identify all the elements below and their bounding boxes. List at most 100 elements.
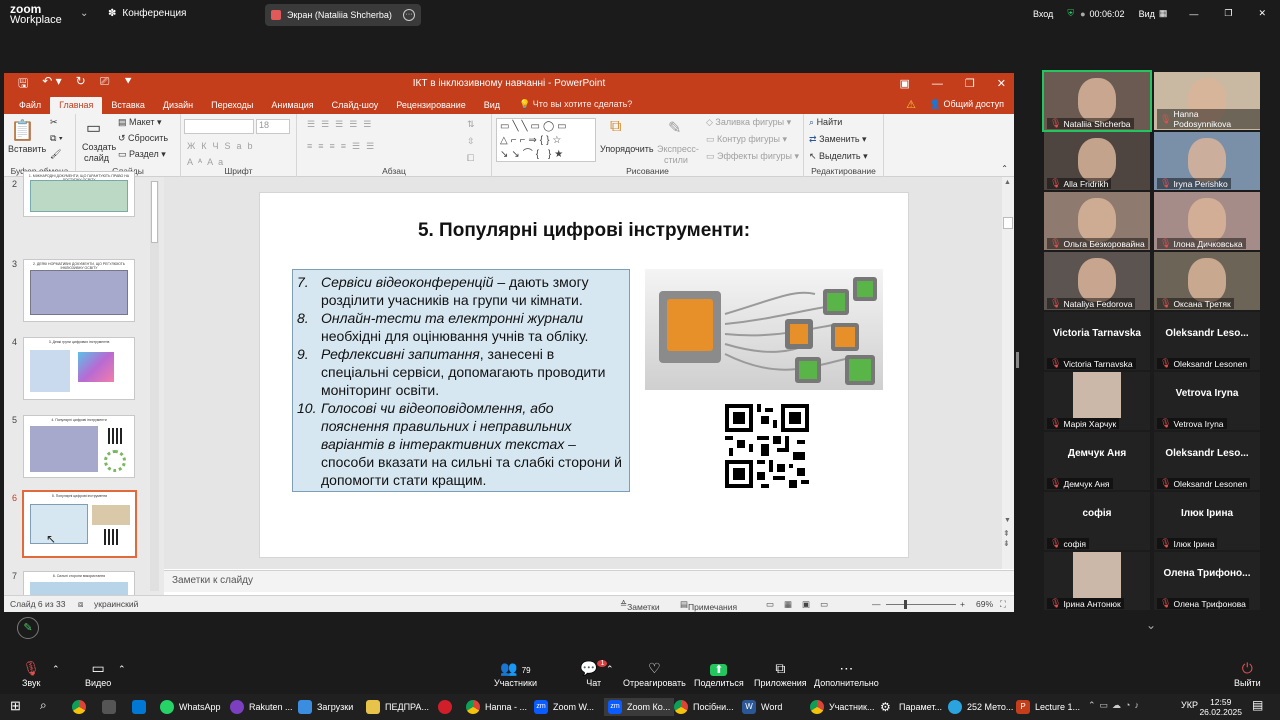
chevron-down-icon[interactable]: ⌄ — [80, 8, 88, 19]
ppt-minimize-icon[interactable]: — — [932, 73, 943, 95]
scrollbar-thumb[interactable] — [1003, 217, 1013, 229]
taskbar-chrome-posibnyk[interactable]: Посібни... — [674, 700, 734, 714]
slide-scrollbar[interactable]: ▲ ▼ ⇞ ⇟ — [1002, 177, 1014, 569]
scrollbar-thumb[interactable] — [151, 181, 158, 243]
layout-button[interactable]: ▤ Макет ▾ — [118, 117, 162, 128]
paste-button[interactable]: Вставить — [8, 144, 46, 154]
leave-button[interactable]: ⏻ Выйти — [1234, 660, 1261, 688]
redo-icon[interactable]: ↻ — [76, 74, 86, 95]
taskbar-word[interactable]: W Word — [742, 700, 782, 714]
taskbar-folder[interactable]: ПЕДПРА... — [366, 700, 429, 714]
new-slide-icon[interactable]: ▭ — [86, 118, 101, 138]
participant-tile[interactable]: Vetrova Iryna 🎙 Vetrova Iryna — [1154, 372, 1260, 430]
tab-transitions[interactable]: Переходы — [202, 100, 262, 114]
taskbar-settings[interactable]: ⚙ Парамет... — [880, 700, 942, 714]
participant-tile[interactable]: 🎙 Iryna Perishko — [1154, 132, 1260, 190]
cut-icon[interactable]: ✂ — [50, 117, 58, 128]
notes-pane[interactable]: Заметки к слайду — [164, 570, 1014, 592]
undo-icon[interactable]: ↶ ▾ — [42, 74, 61, 95]
taskbar-opera-icon[interactable] — [438, 700, 452, 714]
audio-options-chevron[interactable]: ⌃ — [52, 664, 60, 675]
slide-thumbnail-2[interactable]: 1. МІЖНАРОДНІ ДОКУМЕНТИ, ЩО ГАРАНТУЮТЬ П… — [23, 171, 135, 217]
font-size-box[interactable]: 18 — [256, 119, 290, 134]
system-tray-icons[interactable]: ⌃▭☁◔♪ — [1088, 700, 1143, 711]
taskbar-zoom-workplace[interactable]: zm Zoom W... — [534, 700, 594, 714]
login-link[interactable]: Вход — [1033, 9, 1053, 19]
shape-fill-button[interactable]: ◇ Заливка фигуры ▾ — [706, 117, 791, 128]
participant-tile[interactable]: 🎙 Марія Харчук — [1044, 372, 1150, 430]
tab-insert[interactable]: Вставка — [102, 100, 153, 114]
slide-thumbnail-5[interactable]: 4. Популярні цифрові інструменти — [23, 415, 135, 478]
new-slide-label-2[interactable]: слайд — [84, 153, 109, 163]
share-screen-button[interactable]: ⬆ Поделиться — [694, 660, 744, 688]
ribbon-display-icon[interactable]: ▣ — [900, 73, 910, 95]
restore-icon[interactable]: ❐ — [1224, 8, 1232, 19]
screen-share-indicator[interactable]: Экран (Nataliia Shcherba) ··· — [265, 4, 421, 26]
slide-thumbnail-3[interactable]: 2. ДЕЯКІ НОРМАТИВНІ ДОКУМЕНТИ, ЩО РЕГУЛЮ… — [23, 259, 135, 322]
taskbar-zoom-meeting[interactable]: zm Zoom Ко... — [604, 698, 675, 716]
chat-button[interactable]: 💬 1 Чат — [580, 660, 608, 688]
taskbar-chrome-hanna[interactable]: Hanna - ... — [466, 700, 527, 714]
participant-tile[interactable]: 🎙 Alla Fridrikh — [1044, 132, 1150, 190]
taskbar-telegram[interactable]: 252 Мето... — [948, 700, 1013, 714]
select-button[interactable]: ↖ Выделить ▾ — [809, 151, 868, 162]
slide-thumbnail-6-selected[interactable]: 5. Популярні цифрові інструменти ↖ — [22, 490, 137, 558]
tab-home[interactable]: Главная — [50, 97, 103, 114]
arrange-button[interactable]: Упорядочить — [600, 144, 654, 154]
quick-styles-label-2[interactable]: стили — [664, 155, 688, 165]
slide-title[interactable]: 5. Популярні цифрові інструменти: — [260, 220, 908, 242]
participant-tile[interactable]: Victoria Tarnavska 🎙 Victoria Tarnavska — [1044, 312, 1150, 370]
copy-icon[interactable]: ⧉ ▾ — [50, 133, 63, 144]
split-handle[interactable] — [1016, 352, 1019, 368]
share-button[interactable]: 👤 Общий доступ — [930, 99, 1004, 110]
quick-styles-icon[interactable]: ✎ — [668, 118, 681, 138]
zoom-in-icon[interactable]: + — [960, 599, 965, 609]
find-button[interactable]: ⌕ Найти — [809, 117, 842, 128]
tell-me-box[interactable]: 💡 Что вы хотите сделать? — [519, 99, 632, 114]
video-button[interactable]: ▭ Видео — [85, 660, 111, 688]
view-buttons[interactable]: ▭▦▣▭ — [766, 599, 838, 610]
fit-slide-icon[interactable]: ⛶ — [1000, 599, 1006, 610]
reset-button[interactable]: ↺ Сбросить — [118, 133, 168, 144]
slide-thumbnail-4[interactable]: 3. Деякі групи цифрових інструментів — [23, 337, 135, 400]
taskbar-whatsapp[interactable]: WhatsApp — [160, 700, 221, 714]
participants-button[interactable]: 👥 79 Участники — [494, 660, 537, 688]
arrange-icon[interactable]: ⧉ — [610, 118, 621, 136]
zoom-level[interactable]: 69% — [976, 599, 993, 609]
collapse-ribbon-icon[interactable]: ⌃ — [1001, 164, 1008, 173]
participant-tile[interactable]: 🎙 Оксана Третяк — [1154, 252, 1260, 310]
taskbar-clock[interactable]: 12:59 26.02.2025 — [1199, 697, 1242, 717]
participant-tile[interactable]: 🎙 Ірина Антонюк — [1044, 552, 1150, 610]
save-icon[interactable]: 🖫 — [18, 74, 28, 95]
comments-toggle[interactable]: ▤ Примечания — [680, 599, 737, 612]
tab-view[interactable]: Вид — [475, 100, 509, 114]
participant-tile[interactable]: 🎙 Hanna Podosynnikova — [1154, 72, 1260, 130]
list-buttons[interactable]: ☰☰☰☰☰ — [307, 119, 377, 130]
align-text-icon[interactable]: ⇳ — [467, 136, 475, 147]
participant-tile[interactable]: Oleksandr Leso... 🎙 Oleksandr Lesonen — [1154, 312, 1260, 370]
gallery-chevron-down-icon[interactable]: ⌄ — [1146, 618, 1156, 632]
shape-effects-button[interactable]: ▭ Эффекты фигуры ▾ — [706, 151, 799, 162]
participant-tile[interactable]: Oleksandr Leso... 🎙 Oleksandr Lesonen — [1154, 432, 1260, 490]
tab-animations[interactable]: Анимация — [262, 100, 322, 114]
network-computers-image[interactable] — [645, 269, 883, 390]
font-format-buttons[interactable]: ЖКЧSab — [187, 141, 259, 151]
prev-next-slide-icon[interactable]: ⇞ ⇟ — [1003, 529, 1010, 549]
search-icon[interactable]: ⌕ — [40, 698, 47, 713]
text-direction-icon[interactable]: ⇅ — [467, 119, 475, 130]
paste-icon[interactable]: 📋 — [10, 118, 35, 143]
section-button[interactable]: ▭ Раздел ▾ — [118, 149, 166, 160]
tab-design[interactable]: Дизайн — [154, 100, 202, 114]
grid-icon[interactable]: ▦ — [1159, 8, 1168, 19]
new-slide-label-1[interactable]: Создать — [82, 142, 116, 152]
align-buttons[interactable]: ≡≡≡≡☰☰ — [307, 141, 380, 152]
smartart-icon[interactable]: ⧠ — [467, 153, 474, 164]
spellcheck-icon[interactable]: ⧈ — [78, 599, 83, 610]
windows-start-icon[interactable]: ⊞ — [10, 698, 21, 714]
taskbar-downloads[interactable]: Загрузки — [298, 700, 353, 714]
taskbar-chrome-participants[interactable]: Участник... — [810, 700, 874, 714]
ppt-close-icon[interactable]: ✕ — [997, 73, 1006, 95]
video-options-chevron[interactable]: ⌃ — [118, 664, 126, 675]
slide-text-box[interactable]: 7. Сервіси відеоконференцій – дають змогу… — [292, 269, 630, 492]
zoom-out-icon[interactable]: — — [872, 599, 881, 609]
